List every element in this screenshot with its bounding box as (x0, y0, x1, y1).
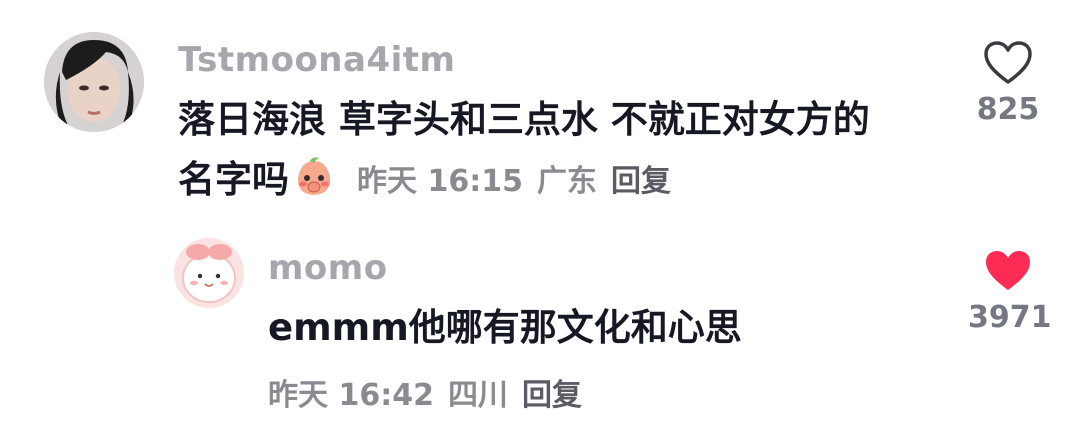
comment-text-line1: 落日海浪 草字头和三点水 不就正对女方的 (178, 98, 870, 141)
heart-outline-icon (984, 41, 1032, 84)
comment-time: 昨天 16:15 (357, 164, 523, 199)
comment-location: 广东 (536, 164, 597, 199)
blushing-peach-emoji-icon (293, 156, 335, 198)
comment-meta: 昨天 16:15 广东 回复 (357, 152, 671, 212)
comment-text-line2: 名字吗 (178, 158, 289, 201)
reply-avatar[interactable] (174, 238, 244, 308)
comment-like-count: 825 (976, 92, 1040, 127)
avatar-cartoon-image (174, 238, 244, 308)
reply-location: 四川 (447, 378, 508, 413)
reply-like-count: 3971 (968, 300, 1052, 335)
reply-like-button[interactable]: 3971 (968, 248, 1052, 335)
heart-filled-icon (986, 251, 1030, 290)
reply-time: 昨天 16:42 (268, 378, 434, 413)
user-avatar[interactable] (44, 32, 144, 132)
reply-reply-button[interactable]: 回复 (522, 370, 582, 414)
reply-username[interactable]: momo (268, 248, 388, 288)
comment-text-line2-row: 名字吗 昨天 16:15 广东 回复 (178, 150, 671, 210)
avatar-portrait-image (44, 32, 144, 132)
comment-reply-button[interactable]: 回复 (611, 152, 671, 212)
comment-like-button[interactable]: 825 (968, 40, 1048, 127)
comment-username[interactable]: Tstmoona4itm (178, 40, 455, 80)
reply-text: emmm他哪有那文化和心思 (268, 306, 742, 349)
reply-meta: 昨天 16:42 四川 回复 (268, 370, 582, 414)
comment-text: 落日海浪 草字头和三点水 不就正对女方的 (178, 90, 870, 150)
